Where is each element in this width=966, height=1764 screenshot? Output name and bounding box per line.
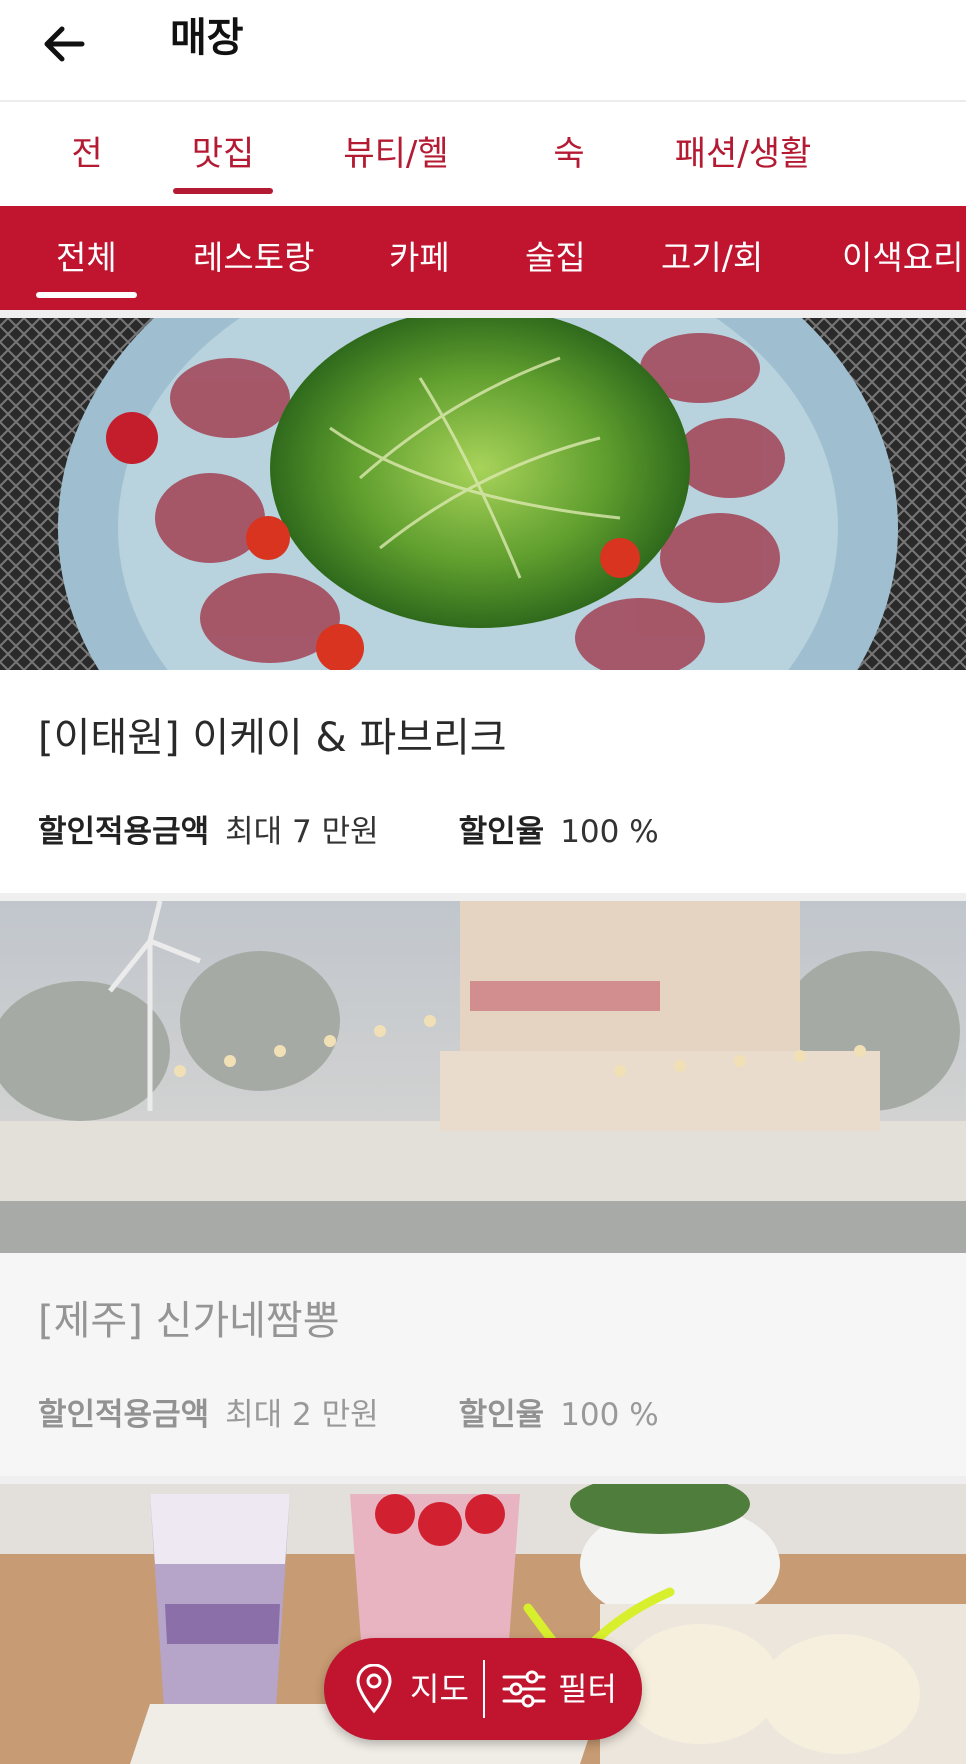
store-photo	[0, 318, 966, 670]
subtab-all-label: 전체	[56, 238, 117, 277]
active-tab-indicator	[173, 188, 273, 194]
subcategory-tabs: 전체 레스토랑 카페 술집 고기/회 이색요리	[0, 206, 966, 310]
filter-label: 필터	[558, 1670, 617, 1708]
store-discount-info: 할인적용금액 최대 7 만원 할인율 100 %	[38, 810, 659, 854]
discount-amount-label: 할인적용금액	[38, 1397, 210, 1433]
discount-rate-label: 할인율	[458, 814, 545, 850]
subtab-exotic-food[interactable]: 이색요리	[842, 206, 963, 310]
tab-all[interactable]: 전체	[56, 104, 118, 274]
subtab-bar[interactable]: 술집	[525, 206, 586, 310]
store-name: [이태원] 이케이 & 파브리크	[38, 715, 507, 761]
discount-rate-value: 100 %	[560, 1397, 659, 1433]
app-header: 매장	[0, 0, 966, 102]
discount-amount-value: 최대 2 만원	[225, 1397, 379, 1433]
discount-rate-label: 할인율	[458, 1397, 545, 1433]
store-photo	[0, 901, 966, 1253]
subtab-restaurant[interactable]: 레스토랑	[193, 206, 314, 310]
store-card[interactable]: [제주] 신가네짬뽕 할인적용금액 최대 2 만원 할인율 100 %	[0, 901, 966, 1476]
tab-fashion-living[interactable]: 패션/생활	[674, 104, 812, 206]
discount-amount-label: 할인적용금액	[38, 814, 210, 850]
filter-button[interactable]: 필터	[502, 1638, 622, 1740]
discount-amount-value: 최대 7 만원	[225, 814, 379, 850]
store-name: [제주] 신가네짬뽕	[38, 1298, 340, 1344]
tab-lodging[interactable]: 숙박	[538, 104, 600, 274]
subtab-cafe[interactable]: 카페	[389, 206, 450, 310]
discount-rate-value: 100 %	[560, 814, 659, 850]
page-title: 매장	[170, 15, 244, 61]
filter-sliders-icon	[502, 1670, 546, 1708]
store-card[interactable]: [이태원] 이케이 & 파브리크 할인적용금액 최대 7 만원 할인율 100 %	[0, 318, 966, 893]
map-pin-icon	[356, 1664, 392, 1714]
divider	[483, 1660, 485, 1718]
back-arrow-icon[interactable]	[38, 14, 98, 74]
tab-restaurants-label: 맛집	[191, 134, 255, 174]
tab-restaurants[interactable]: 맛집	[173, 104, 273, 206]
store-list[interactable]: [이태원] 이케이 & 파브리크 할인적용금액 최대 7 만원 할인율 100 %	[0, 310, 966, 1764]
active-subtab-indicator	[36, 292, 137, 298]
subtab-all[interactable]: 전체	[36, 206, 137, 310]
tab-beauty-health[interactable]: 뷰티/헬스	[328, 104, 464, 274]
map-filter-pill: 지도 필터	[324, 1638, 642, 1740]
subtab-meat-sashimi[interactable]: 고기/회	[661, 206, 763, 310]
category-tabs: 전체 맛집 뷰티/헬스 숙박 패션/생활	[0, 104, 966, 274]
store-discount-info: 할인적용금액 최대 2 만원 할인율 100 %	[38, 1393, 659, 1437]
map-label: 지도	[410, 1670, 469, 1708]
